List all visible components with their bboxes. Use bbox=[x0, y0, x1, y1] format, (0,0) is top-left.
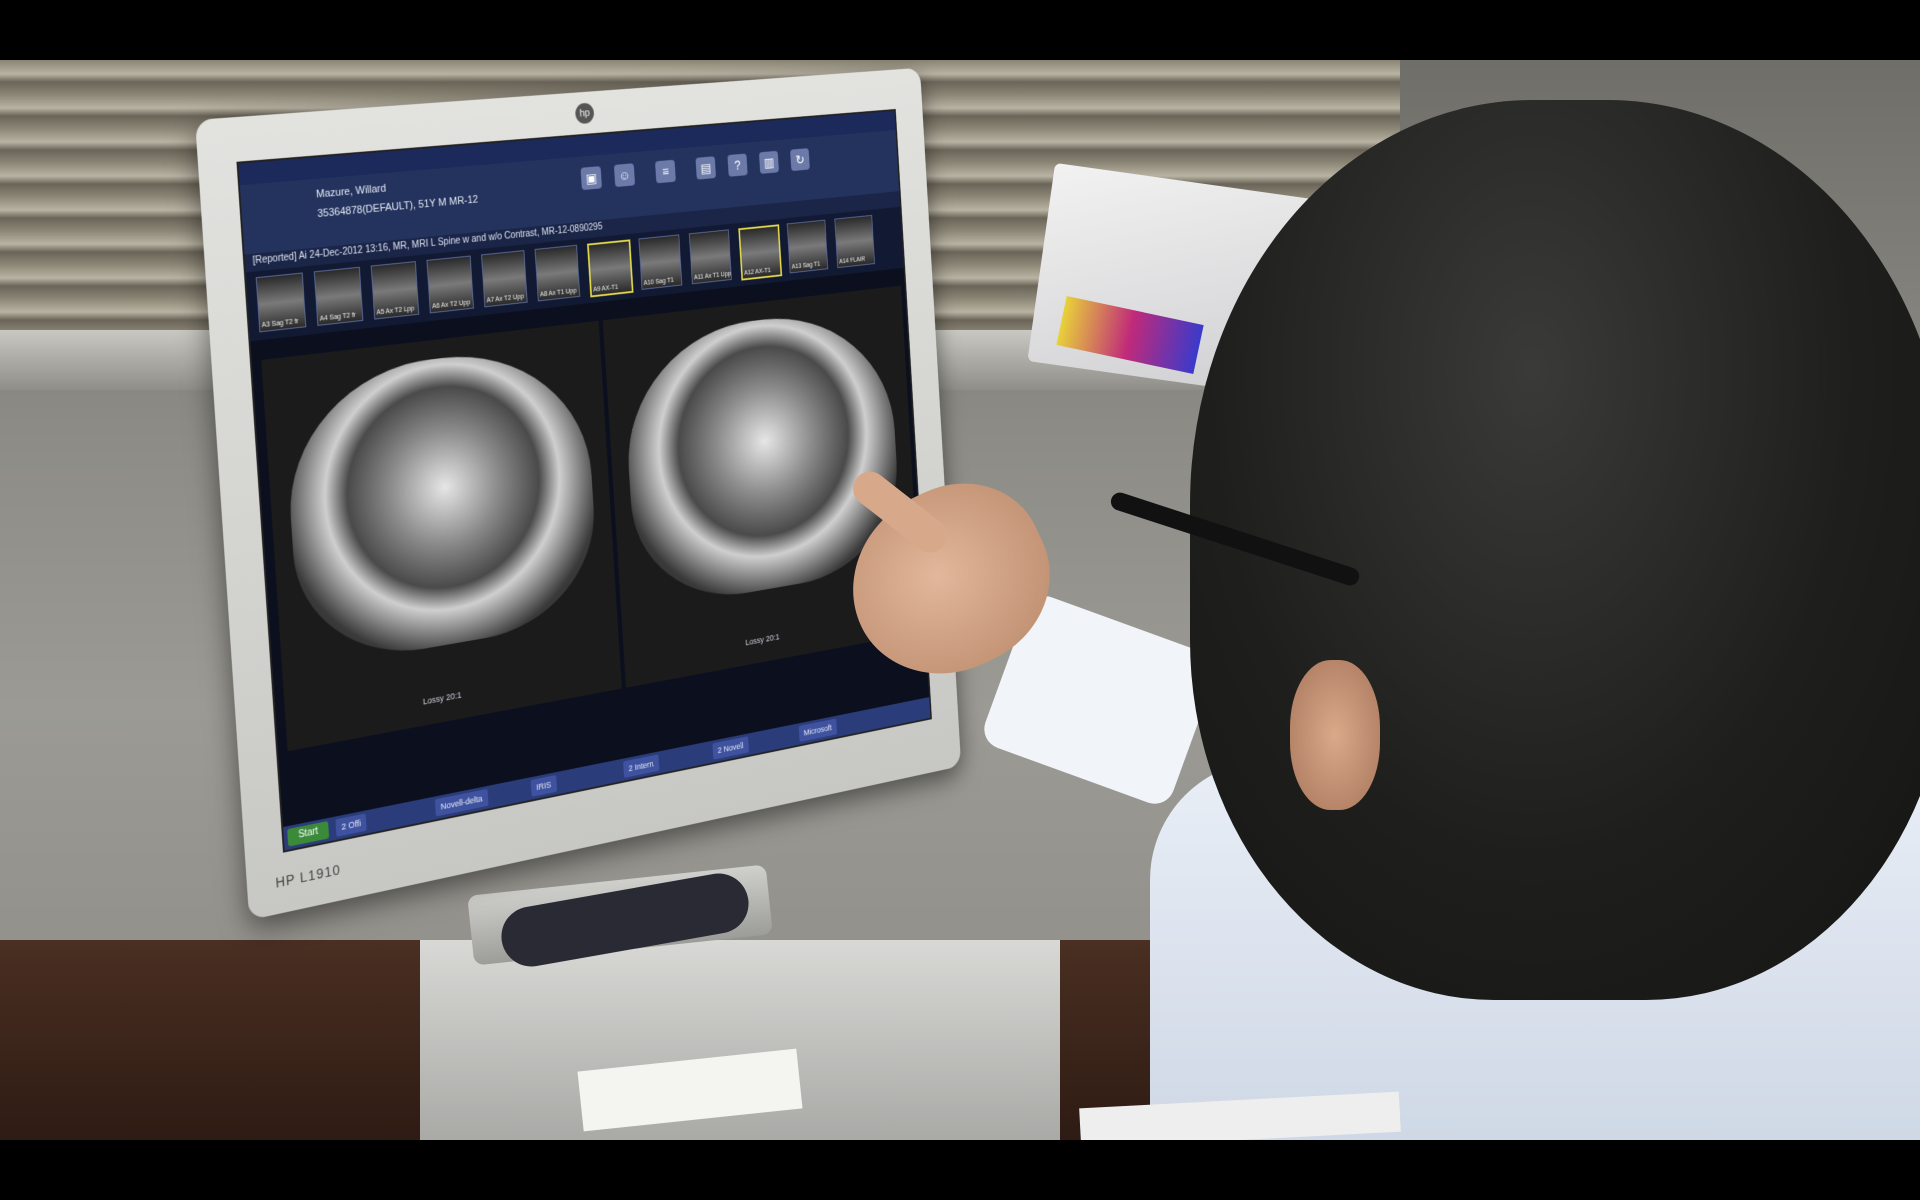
series-thumbnail[interactable]: A5 Ax T2 Lpp bbox=[371, 261, 420, 320]
list-icon[interactable]: ≡ bbox=[655, 160, 676, 184]
series-thumbnail-label: A14 FLAIR bbox=[839, 256, 865, 265]
taskbar-item[interactable]: 2 Novell bbox=[712, 736, 748, 759]
series-thumbnail[interactable]: A7 Ax T2 Upp bbox=[481, 250, 528, 307]
monitor-screen: Mazure, Willard 35364878(DEFAULT), 51Y M… bbox=[236, 109, 931, 853]
series-thumbnail-label: A7 Ax T2 Upp bbox=[486, 294, 524, 305]
person-icon[interactable]: ☺ bbox=[614, 163, 635, 187]
mri-axial-image bbox=[281, 341, 600, 670]
series-thumbnail-label: A5 Ax T2 Lpp bbox=[376, 306, 414, 317]
series-thumbnail[interactable]: A13 Sag T1 bbox=[787, 220, 828, 274]
refresh-icon[interactable]: ↻ bbox=[790, 148, 810, 171]
viewport-left[interactable]: Lossy 20:1 bbox=[261, 321, 622, 751]
series-thumbnail[interactable]: A14 FLAIR bbox=[834, 215, 875, 268]
taskbar-item[interactable]: 2 Offi bbox=[335, 813, 367, 837]
series-thumbnail[interactable]: A4 Sag T2 fr bbox=[314, 267, 364, 326]
letterbox-top bbox=[0, 0, 1920, 60]
series-thumbnail[interactable]: A8 Ax T1 Upp bbox=[535, 245, 581, 302]
compression-label: Lossy 20:1 bbox=[745, 632, 780, 647]
series-thumbnail[interactable]: A11 Ax T1 Upp bbox=[689, 229, 732, 284]
series-thumbnail-label: A4 Sag T2 fr bbox=[320, 312, 356, 323]
series-thumbnail[interactable]: A9 AX-T1 bbox=[587, 239, 634, 297]
series-thumbnail-label: A3 Sag T2 fr bbox=[262, 318, 299, 329]
letterbox-bottom bbox=[0, 1140, 1920, 1200]
series-thumbnail[interactable]: A6 Ax T2 Upp bbox=[426, 256, 474, 314]
document-icon[interactable]: ▤ bbox=[695, 156, 716, 179]
start-button[interactable]: Start bbox=[287, 821, 329, 847]
series-thumbnail-label: A8 Ax T1 Upp bbox=[540, 288, 577, 299]
monitor-model-label: HP L1910 bbox=[275, 861, 341, 890]
taskbar-item[interactable]: Novell-delta bbox=[435, 789, 488, 817]
monitor-icon[interactable]: ▣ bbox=[581, 166, 602, 190]
video-frame: hp Mazure, Willard 35364878(DEFAULT), 51… bbox=[0, 0, 1920, 1200]
office-scene: hp Mazure, Willard 35364878(DEFAULT), 51… bbox=[0, 60, 1920, 1140]
series-thumbnail-label: A11 Ax T1 Upp bbox=[694, 271, 731, 281]
help-icon[interactable]: ? bbox=[727, 153, 747, 176]
monitor: hp Mazure, Willard 35364878(DEFAULT), 51… bbox=[195, 68, 961, 920]
report-icon[interactable]: ▥ bbox=[759, 151, 779, 174]
series-thumbnail[interactable]: A10 Sag T1 bbox=[638, 234, 682, 289]
series-thumbnail[interactable]: A12 AX-T1 bbox=[738, 224, 782, 280]
series-thumbnail-label: A12 AX-T1 bbox=[744, 267, 771, 276]
series-thumbnail-label: A10 Sag T1 bbox=[644, 277, 674, 287]
series-thumbnail-label: A9 AX-T1 bbox=[593, 284, 618, 293]
taskbar-item[interactable]: IRIS bbox=[531, 775, 557, 797]
hp-logo-icon: hp bbox=[575, 102, 595, 124]
series-thumbnail-label: A13 Sag T1 bbox=[792, 261, 821, 270]
taskbar-item[interactable]: Microsoft bbox=[799, 719, 837, 742]
doctor-ear bbox=[1290, 660, 1380, 810]
compression-label: Lossy 20:1 bbox=[423, 690, 462, 707]
patient-name: Mazure, Willard bbox=[316, 183, 387, 201]
taskbar-item[interactable]: 2 Intern bbox=[623, 754, 659, 777]
series-thumbnail-label: A6 Ax T2 Upp bbox=[432, 299, 470, 310]
series-thumbnail[interactable]: A3 Sag T2 fr bbox=[256, 273, 307, 333]
